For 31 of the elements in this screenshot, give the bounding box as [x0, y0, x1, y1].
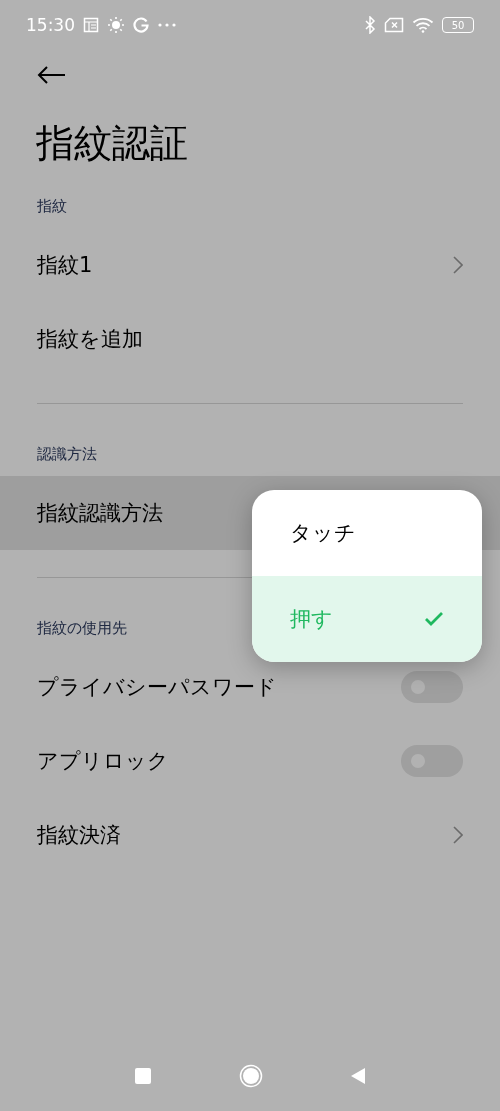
chevron-icon	[453, 256, 463, 274]
recents-button[interactable]	[135, 1068, 151, 1084]
chevron-icon	[453, 826, 463, 844]
battery-indicator: 50	[442, 17, 474, 33]
settings-row[interactable]: 指紋を追加	[0, 302, 500, 376]
section-header: 指紋	[37, 196, 67, 216]
brightness-icon	[107, 16, 125, 34]
g-logo-icon	[133, 17, 149, 33]
row-label: 指紋1	[37, 252, 93, 279]
more-icon	[157, 22, 177, 28]
back-arrow-icon	[36, 65, 66, 85]
page-title: 指紋認証	[36, 120, 189, 167]
check-icon	[424, 611, 444, 627]
back-button[interactable]	[351, 1068, 365, 1084]
toggle-switch[interactable]	[401, 671, 463, 703]
settings-row[interactable]: アプリロック	[0, 724, 500, 798]
section-header: 指紋の使用先	[37, 618, 127, 638]
row-label: 指紋決済	[37, 822, 121, 849]
bluetooth-icon	[364, 16, 376, 34]
sim-x-icon	[384, 17, 404, 33]
wifi-icon	[412, 17, 434, 33]
row-label: アプリロック	[37, 748, 169, 775]
section-header: 認識方法	[37, 444, 97, 464]
home-button[interactable]	[239, 1064, 263, 1088]
status-time: 15:30	[26, 15, 75, 35]
settings-row[interactable]: 指紋1	[0, 228, 500, 302]
row-label: プライバシーパスワード	[37, 674, 277, 701]
calendar-icon	[83, 17, 99, 33]
row-label: 指紋を追加	[37, 326, 143, 353]
settings-row[interactable]: 指紋決済	[0, 798, 500, 872]
row-label: 指紋認識方法	[37, 500, 163, 527]
